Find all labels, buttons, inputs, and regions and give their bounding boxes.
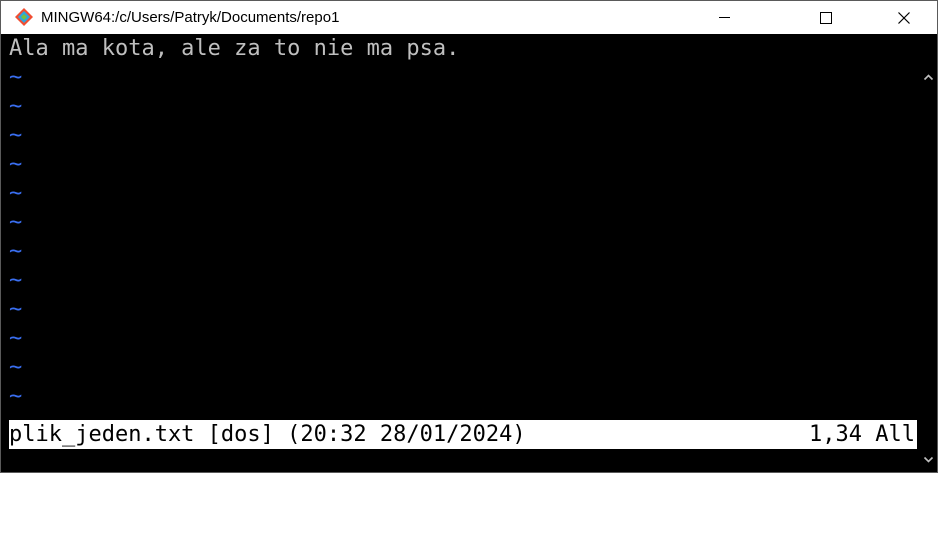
minimize-button[interactable] [701,1,747,34]
statusline-file-info: plik_jeden.txt [dos] (20:32 28/01/2024) [9,422,526,447]
empty-line-marker: ~ [9,94,23,119]
terminal-window: MINGW64:/c/Users/Patryk/Documents/repo1 … [0,0,938,473]
empty-line-marker: ~ [9,210,23,235]
window-title: MINGW64:/c/Users/Patryk/Documents/repo1 [41,9,340,26]
git-bash-icon [15,8,33,26]
empty-line-marker: ~ [9,152,23,177]
vim-editor-area[interactable]: Ala ma kota, ale za to nie ma psa. ~ ~ ~… [1,34,919,472]
empty-line-marker: ~ [9,181,23,206]
empty-line-marker: ~ [9,123,23,148]
empty-line-marker: ~ [9,65,23,90]
statusline-cursor-position: 1,34 All [809,422,915,447]
title-bar[interactable]: MINGW64:/c/Users/Patryk/Documents/repo1 [1,1,937,34]
scroll-down-arrow-icon[interactable] [923,454,934,465]
vertical-scrollbar[interactable] [920,34,937,472]
minimize-icon [719,17,730,18]
vim-statusline: plik_jeden.txt [dos] (20:32 28/01/2024) … [9,420,917,449]
scroll-up-arrow-icon[interactable] [923,72,934,83]
maximize-button[interactable] [803,1,849,34]
empty-line-marker: ~ [9,355,23,380]
close-icon [898,12,910,24]
empty-line-marker: ~ [9,384,23,409]
maximize-icon [820,12,832,24]
empty-line-marker: ~ [9,239,23,264]
editor-line-1: Ala ma kota, ale za to nie ma psa. [9,36,460,61]
empty-line-marker: ~ [9,297,23,322]
empty-line-marker: ~ [9,268,23,293]
close-button[interactable] [881,1,927,34]
empty-line-marker: ~ [9,326,23,351]
